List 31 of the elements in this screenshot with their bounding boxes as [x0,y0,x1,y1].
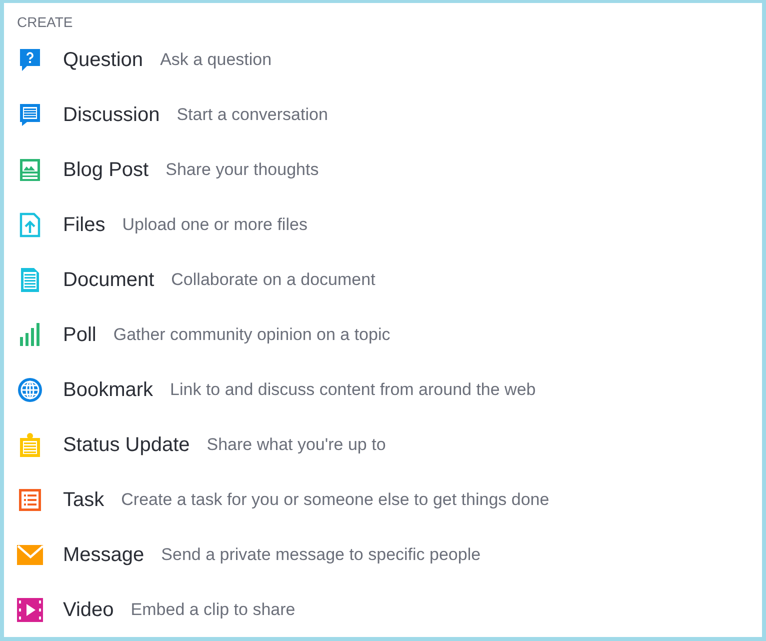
create-link[interactable]: Status Update [63,430,190,460]
item-description: Ask a question [160,48,272,71]
create-link[interactable]: Document [63,264,154,294]
clipboard-icon [17,432,43,458]
item-description: Gather community opinion on a topic [113,324,390,346]
create-link[interactable]: Files [63,210,106,240]
create-link[interactable]: Task [63,484,104,514]
create-link[interactable]: Discussion [63,100,160,130]
section-heading: CREATE [17,13,74,32]
create-link[interactable]: Blog Post [63,154,149,184]
chat-bubble-icon [17,102,43,128]
item-description: Create a task for you or someone else to get things done [121,488,550,511]
item-description: Collaborate on a document [171,268,376,291]
item-description: Send a private message to specific people [161,544,481,566]
upload-file-icon [17,212,43,238]
film-icon [17,596,43,622]
item-description: Start a conversation [176,104,328,126]
globe-icon [17,376,43,402]
item-description: Upload one or more files [122,214,308,236]
create-link[interactable]: Message [63,540,144,570]
create-link[interactable]: Question [63,44,144,74]
item-description: Link to and discuss content from around the web [170,378,536,401]
item-description: Embed a clip to share [130,598,296,621]
list-icon [17,486,43,512]
item-description: Share your thoughts [166,158,319,181]
item-description: Share what you're up to [206,434,386,456]
image-post-icon [17,156,43,182]
create-link[interactable]: Bookmark [63,374,154,404]
create-link[interactable]: Video [63,594,114,624]
create-link[interactable]: Poll [63,320,96,350]
question-bubble-icon [17,46,43,72]
